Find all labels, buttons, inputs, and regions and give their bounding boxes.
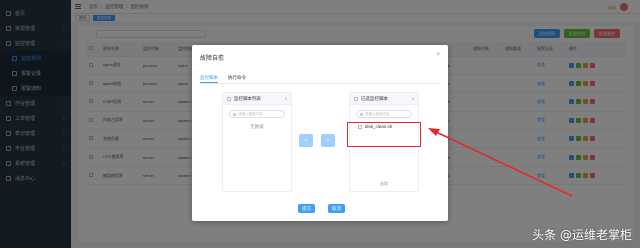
dialog-title: 故障自愈 (200, 56, 225, 62)
source-search-input[interactable]: 请输入搜索内容 (229, 110, 285, 118)
tab-monitor-script[interactable]: 监控脚本 (200, 75, 218, 83)
target-search-input[interactable]: 请输入搜索内容 (356, 110, 412, 118)
submit-button[interactable]: 提交 (298, 204, 315, 213)
transfer-left-button[interactable]: < (299, 134, 313, 147)
target-select-all-checkbox[interactable] (354, 96, 358, 101)
target-panel-title: 已选监控脚本 (361, 95, 388, 101)
transfer-source-panel: 监控脚本列表 0 请输入搜索内容 无数据 (222, 92, 292, 192)
target-panel-count: 0 (411, 96, 414, 101)
empty-state-text: 无数据 (250, 124, 264, 129)
highlight-box (347, 122, 421, 147)
cancel-button[interactable]: 取消 (328, 204, 345, 213)
target-search-placeholder: 请输入搜索内容 (365, 111, 390, 116)
transfer-right-button[interactable]: > (321, 134, 335, 147)
source-panel-count: 0 (284, 96, 287, 101)
target-panel-footer: 选取 (380, 181, 388, 186)
source-panel-title: 监控脚本列表 (234, 95, 261, 101)
close-icon[interactable]: × (436, 52, 440, 58)
search-icon (360, 112, 363, 116)
watermark: 头条 @运维老掌柜 (532, 228, 632, 242)
source-select-all-checkbox[interactable] (227, 96, 231, 101)
source-search-placeholder: 请输入搜索内容 (238, 111, 263, 116)
search-icon (233, 112, 236, 116)
target-panel-header: 已选监控脚本 0 (350, 93, 418, 105)
dialog-tabs: 监控脚本 执行命令 (200, 75, 440, 84)
tab-exec-command[interactable]: 执行命令 (228, 75, 246, 83)
source-panel-header: 监控脚本列表 0 (223, 93, 291, 105)
